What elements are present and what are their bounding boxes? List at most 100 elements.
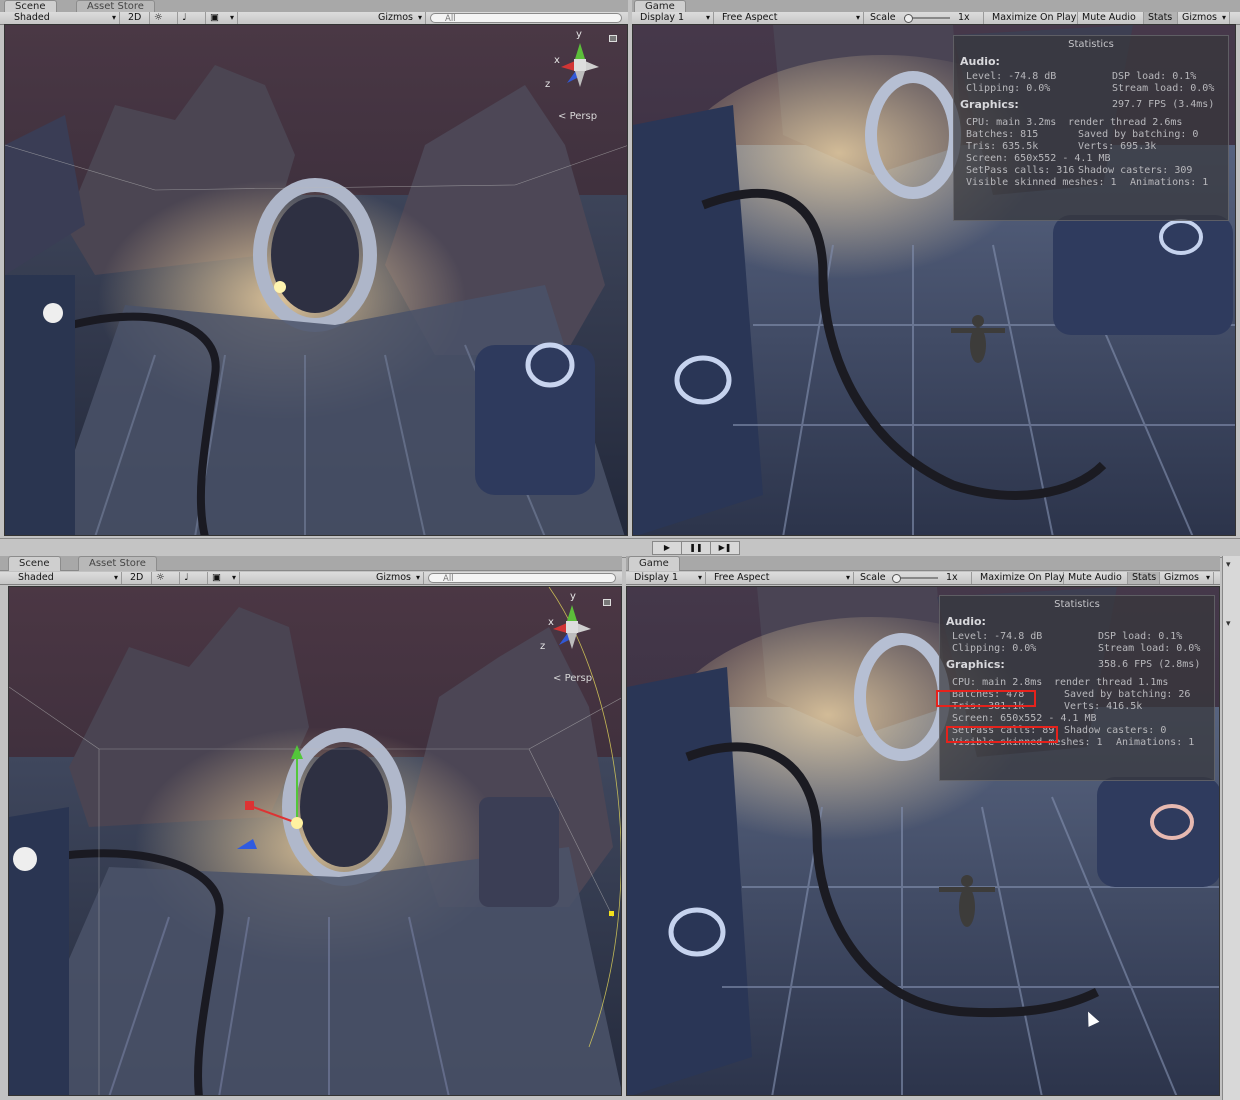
bottom-game-panel: Game Display 1 Free Aspect Scale 1x Maxi… [626,556,1220,1100]
statistics-panel: Statistics Audio: Level: -74.8 dB DSP loa… [936,595,1215,781]
persp-label[interactable]: < Persp [558,111,597,122]
2d-toggle[interactable]: 2D [126,572,152,584]
shadow-casters: Shadow casters: 309 [1078,165,1193,176]
pause-button[interactable]: ❚❚ [681,541,711,555]
play-button[interactable]: ▶ [652,541,682,555]
dsp-load: DSP load: 0.1% [1098,631,1183,642]
effects-dropdown-icon[interactable]: ▣ [208,572,240,584]
aspect-dropdown[interactable]: Free Aspect [718,12,864,24]
game-gizmos-dropdown[interactable]: Gizmos [1160,572,1214,584]
stats-row: Clipping: 0.0% Stream load: 0.0% [940,643,1214,655]
scene-viewport[interactable]: y x z < Persp [8,586,622,1096]
bottom-scene-toolbar: Shaded 2D ☼ ♩ ▣ Gizmos All [0,572,622,585]
scale-value: 1x [942,572,972,584]
shading-mode-dropdown[interactable]: Shaded [14,572,122,584]
batches-highlight-box [936,690,1036,707]
statistics-title: Statistics [1068,39,1114,50]
audio-header: Audio: [960,55,1000,68]
saved-by-batching: Saved by batching: 0 [1078,129,1199,140]
audio-toggle-icon[interactable]: ♩ [178,12,206,24]
bottom-game-tabbar: Game [626,556,1220,571]
scene-search-input[interactable]: All [428,573,616,584]
gizmo-z-label: z [540,641,546,652]
game-viewport[interactable]: Statistics Audio: Level: -74.8 dB DSP loa… [626,586,1220,1096]
graphics-header: Graphics: [946,658,1005,671]
stats-row: Batches: 815 Saved by batching: 0 [954,129,1228,141]
setpass-highlight-box [946,726,1058,743]
chevron-down-icon[interactable]: ▾ [1223,556,1240,575]
lock-icon[interactable] [603,599,611,606]
statistics-title: Statistics [1054,599,1100,610]
scene-search-input[interactable]: All [430,13,622,24]
tab-asset-store[interactable]: Asset Store [78,556,157,571]
maximize-on-play-toggle[interactable]: Maximize On Play [976,572,1064,584]
verts: Verts: 695.3k [1078,141,1157,152]
stats-row: Tris: 635.5k Verts: 695.3k [954,141,1228,153]
statistics-panel: Statistics Audio: Level: -74.8 dB DSP loa… [953,35,1229,221]
stats-row: CPU: main 3.2ms render thread 2.6ms [954,117,1228,129]
screen-info: Screen: 650x552 - 4.1 MB [966,153,1111,164]
tab-game[interactable]: Game [628,556,680,571]
persp-text: Persp [564,673,593,684]
maximize-on-play-toggle[interactable]: Maximize On Play [988,12,1078,24]
audio-header: Audio: [946,615,986,628]
lighting-toggle-icon[interactable]: ☼ [150,12,178,24]
top-game-panel: Game Display 1 Free Aspect Scale 1x Maxi… [632,0,1240,538]
setpass-calls: SetPass calls: 316 [966,165,1075,176]
gizmos-dropdown[interactable]: Gizmos [372,572,424,584]
stats-row: SetPass calls: 316 Shadow casters: 309 [954,165,1228,177]
stats-row: Screen: 650x552 - 4.1 MB [940,713,1214,725]
clipping: Clipping: 0.0% [966,83,1051,94]
scale-slider[interactable] [892,574,938,583]
batches: Batches: 815 [966,129,1039,140]
game-viewport[interactable]: Statistics Audio: Level: -74.8 dB DSP loa… [632,24,1236,536]
stats-toggle[interactable]: Stats [1128,572,1160,584]
aspect-dropdown[interactable]: Free Aspect [710,572,854,584]
display-dropdown[interactable]: Display 1 [630,572,706,584]
persp-label[interactable]: < Persp [553,673,592,684]
cpu-main: CPU: main 3.2ms [966,117,1057,128]
render-thread: render thread 2.6ms [1068,117,1183,128]
gizmo-y-label: y [570,591,576,602]
scale-slider-knob[interactable] [892,574,901,583]
gizmo-y-label: y [576,29,582,40]
stats-row: Graphics: 297.7 FPS (3.4ms) [954,99,1228,117]
2d-toggle[interactable]: 2D [124,12,150,24]
shading-mode-dropdown[interactable]: Shaded [10,12,120,24]
stats-row: Visible skinned meshes: 1 Animations: 1 [954,177,1228,189]
scale-label: Scale [870,12,896,23]
lock-icon[interactable] [609,35,617,42]
chevron-down-icon[interactable]: ▾ [1223,615,1240,634]
inspector-edge: ▾ ▾ [1222,556,1240,1100]
top-scene-panel: Scene Asset Store Shaded 2D ☼ ♩ ▣ Gizmos… [0,0,628,538]
step-button[interactable]: ▶❚ [710,541,740,555]
saved-by-batching: Saved by batching: 26 [1064,689,1191,700]
graphics-header: Graphics: [960,98,1019,111]
stats-toggle[interactable]: Stats [1144,12,1178,24]
animations: Animations: 1 [1116,737,1195,748]
display-dropdown[interactable]: Display 1 [636,12,714,24]
lighting-toggle-icon[interactable]: ☼ [152,572,180,584]
mute-audio-toggle[interactable]: Mute Audio [1064,572,1128,584]
audio-toggle-icon[interactable]: ♩ [180,572,208,584]
mute-audio-toggle[interactable]: Mute Audio [1078,12,1144,24]
fps: 297.7 FPS (3.4ms) [1112,99,1215,110]
scale-value: 1x [954,12,984,24]
effects-dropdown-icon[interactable]: ▣ [206,12,238,24]
scale-slider-knob[interactable] [904,14,913,23]
bottom-game-toolbar: Display 1 Free Aspect Scale 1x Maximize … [626,572,1220,585]
tab-scene[interactable]: Scene [8,556,61,571]
gizmos-dropdown[interactable]: Gizmos [374,12,426,24]
stream-load: Stream load: 0.0% [1112,83,1215,94]
game-gizmos-dropdown[interactable]: Gizmos [1178,12,1230,24]
scene-viewport[interactable]: y x z < Persp [4,24,628,536]
audio-level: Level: -74.8 dB [966,71,1057,82]
shadow-casters: Shadow casters: 0 [1064,725,1167,736]
render-thread: render thread 1.1ms [1054,677,1169,688]
stats-row: Screen: 650x552 - 4.1 MB [954,153,1228,165]
fps: 358.6 FPS (2.8ms) [1098,659,1201,670]
scale-slider[interactable] [904,14,950,23]
verts: Verts: 416.5k [1064,701,1143,712]
scene-render [5,25,627,535]
visible-skinned-meshes: Visible skinned meshes: 1 [966,177,1117,188]
